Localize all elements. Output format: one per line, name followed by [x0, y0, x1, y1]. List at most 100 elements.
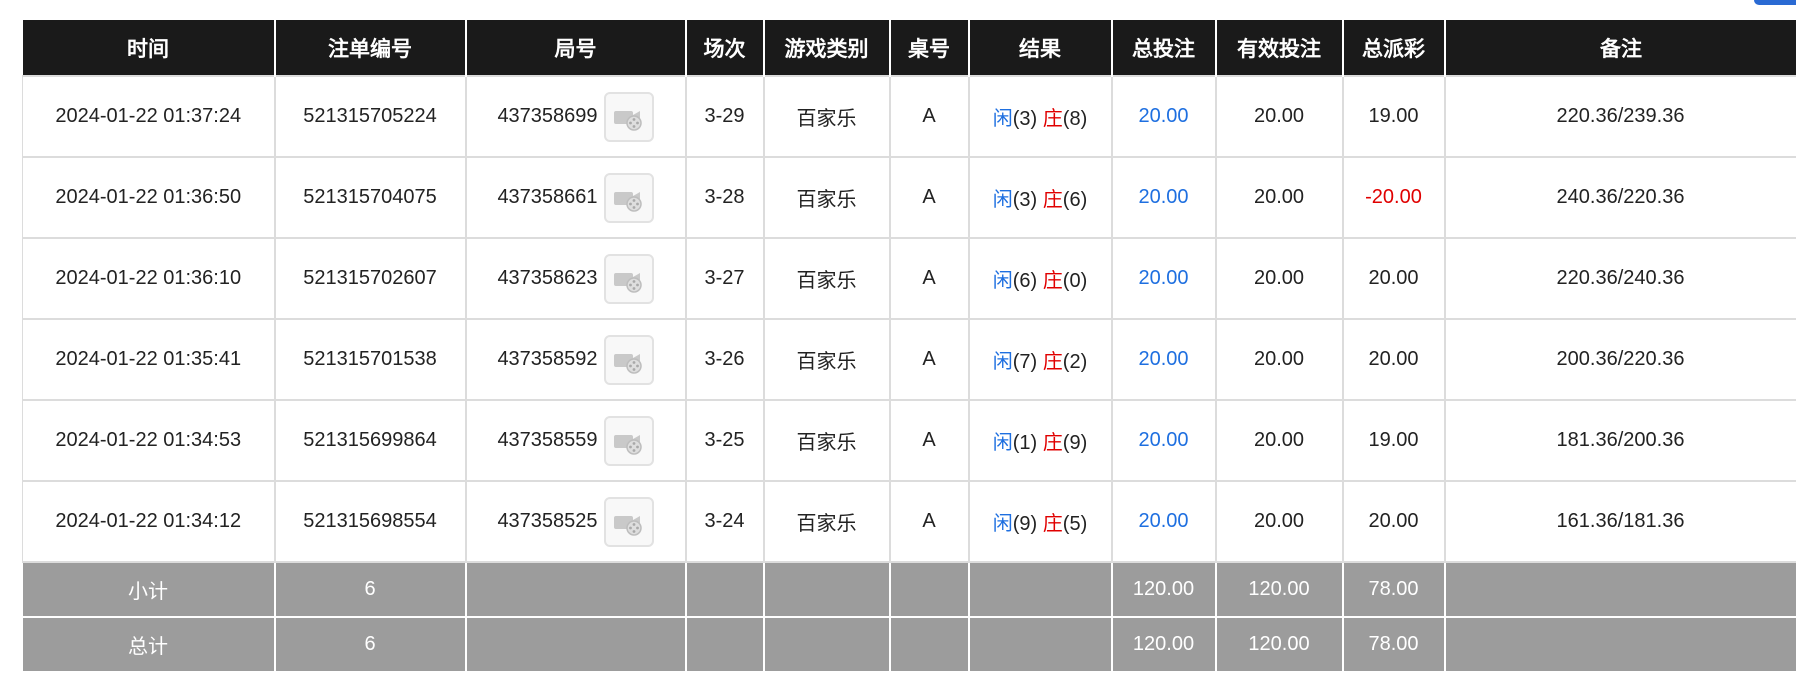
- cell-valid-bet: 20.00: [1214, 156, 1344, 239]
- cell-shoe: 3-24: [684, 480, 765, 563]
- bet-records-panel: 时间 注单编号 局号 场次 游戏类别 桌号 结果 总投注 有效投注 总派彩 备注…: [22, 20, 1796, 673]
- cell-remark: 220.36/239.36: [1443, 75, 1796, 158]
- banker-label: 庄: [1042, 108, 1063, 130]
- header-table: 桌号: [888, 20, 969, 76]
- cell-time: 2024-01-22 01:35:41: [22, 318, 276, 401]
- cell-game-type: 百家乐: [762, 156, 891, 239]
- cell-payout: -20.00: [1341, 156, 1446, 239]
- banker-score: (6): [1062, 189, 1088, 211]
- grandtotal-valid-bet: 120.00: [1214, 617, 1343, 673]
- cell-remark: 200.36/220.36: [1443, 318, 1796, 401]
- cell-table: A: [888, 480, 970, 563]
- subtotal-count: 6: [273, 562, 466, 618]
- banker-score: (0): [1062, 270, 1088, 292]
- cell-remark: 161.36/181.36: [1443, 480, 1796, 563]
- video-replay-button[interactable]: [603, 496, 654, 547]
- grandtotal-payout: 78.00: [1341, 617, 1445, 673]
- cell-result: 闲(6) 庄(0): [967, 237, 1113, 320]
- video-replay-button[interactable]: [603, 172, 654, 223]
- header-time: 时间: [22, 20, 275, 76]
- subtotal-row: 小计 6 120.00 120.00 78.00: [22, 562, 1796, 618]
- subtotal-label: 小计: [22, 562, 275, 618]
- cell-round: 437358525: [464, 480, 687, 563]
- cell-round-id: 437358661: [497, 186, 598, 208]
- cell-time: 2024-01-22 01:37:24: [22, 75, 276, 158]
- cell-round: 437358559: [464, 399, 687, 482]
- header-shoe: 场次: [684, 20, 764, 76]
- cell-valid-bet: 20.00: [1214, 318, 1344, 401]
- subtotal-payout: 78.00: [1341, 562, 1445, 618]
- header-valid-bet: 有效投注: [1214, 20, 1343, 76]
- cell-bet-id: 521315701538: [273, 318, 467, 401]
- cell-bet-id: 521315698554: [273, 480, 467, 563]
- player-score: (3): [1012, 108, 1038, 130]
- cell-round-id: 437358525: [497, 510, 598, 532]
- cell-bet-id: 521315705224: [273, 75, 467, 158]
- cell-remark: 240.36/220.36: [1443, 156, 1796, 239]
- video-replay-button[interactable]: [603, 91, 654, 142]
- banker-label: 庄: [1042, 270, 1063, 292]
- grandtotal-label: 总计: [22, 617, 275, 673]
- banker-score: (8): [1062, 108, 1088, 130]
- banker-score: (2): [1062, 351, 1088, 373]
- film-reel-icon: [613, 434, 642, 455]
- cell-valid-bet: 20.00: [1214, 237, 1344, 320]
- cell-payout: 19.00: [1341, 75, 1446, 158]
- grandtotal-total-bet: 120.00: [1110, 617, 1216, 673]
- cell-shoe: 3-27: [684, 237, 765, 320]
- table-row: 2024-01-22 01:36:50 521315704075 4373586…: [22, 156, 1796, 239]
- cell-round-id: 437358623: [497, 267, 598, 289]
- player-label: 闲: [992, 513, 1013, 535]
- cell-time: 2024-01-22 01:36:10: [22, 237, 276, 320]
- table-row: 2024-01-22 01:34:12 521315698554 4373585…: [22, 480, 1796, 563]
- cell-result: 闲(3) 庄(8): [967, 75, 1113, 158]
- player-label: 闲: [992, 432, 1013, 454]
- banker-label: 庄: [1042, 513, 1063, 535]
- film-reel-icon: [613, 110, 642, 131]
- video-replay-button[interactable]: [603, 334, 654, 385]
- cell-round-id: 437358699: [497, 105, 598, 127]
- cell-game-type: 百家乐: [762, 75, 891, 158]
- banker-score: (5): [1062, 513, 1088, 535]
- cell-round: 437358661: [464, 156, 687, 239]
- cell-valid-bet: 20.00: [1214, 75, 1344, 158]
- cell-table: A: [888, 399, 970, 482]
- cell-total-bet: 20.00: [1110, 75, 1217, 158]
- cell-bet-id: 521315704075: [273, 156, 467, 239]
- cell-table: A: [888, 318, 970, 401]
- cell-total-bet: 20.00: [1110, 156, 1217, 239]
- subtotal-valid-bet: 120.00: [1214, 562, 1343, 618]
- bet-records-table: 时间 注单编号 局号 场次 游戏类别 桌号 结果 总投注 有效投注 总派彩 备注…: [22, 20, 1796, 673]
- banker-label: 庄: [1042, 432, 1063, 454]
- banker-label: 庄: [1042, 189, 1063, 211]
- subtotal-total-bet: 120.00: [1110, 562, 1216, 618]
- header-round-id: 局号: [464, 20, 686, 76]
- player-label: 闲: [992, 189, 1013, 211]
- cell-round: 437358592: [464, 318, 687, 401]
- player-score: (6): [1012, 270, 1038, 292]
- cell-round-id: 437358559: [497, 429, 598, 451]
- grandtotal-row: 总计 6 120.00 120.00 78.00: [22, 617, 1796, 673]
- header-row: 时间 注单编号 局号 场次 游戏类别 桌号 结果 总投注 有效投注 总派彩 备注: [22, 20, 1796, 76]
- cell-remark: 181.36/200.36: [1443, 399, 1796, 482]
- video-replay-button[interactable]: [603, 253, 654, 304]
- cell-game-type: 百家乐: [762, 399, 891, 482]
- cell-time: 2024-01-22 01:36:50: [22, 156, 276, 239]
- cell-valid-bet: 20.00: [1214, 399, 1344, 482]
- cell-bet-id: 521315702607: [273, 237, 467, 320]
- player-score: (3): [1012, 189, 1038, 211]
- cell-payout: 20.00: [1341, 480, 1446, 563]
- film-reel-icon: [613, 272, 642, 293]
- cell-bet-id: 521315699864: [273, 399, 467, 482]
- cell-result: 闲(7) 庄(2): [967, 318, 1113, 401]
- player-score: (1): [1012, 432, 1038, 454]
- player-score: (9): [1012, 513, 1038, 535]
- cell-game-type: 百家乐: [762, 480, 891, 563]
- top-corner-tab[interactable]: [1754, 0, 1796, 5]
- cell-total-bet: 20.00: [1110, 399, 1217, 482]
- cell-shoe: 3-25: [684, 399, 765, 482]
- header-result: 结果: [967, 20, 1112, 76]
- video-replay-button[interactable]: [603, 415, 654, 466]
- cell-table: A: [888, 75, 970, 158]
- cell-shoe: 3-26: [684, 318, 765, 401]
